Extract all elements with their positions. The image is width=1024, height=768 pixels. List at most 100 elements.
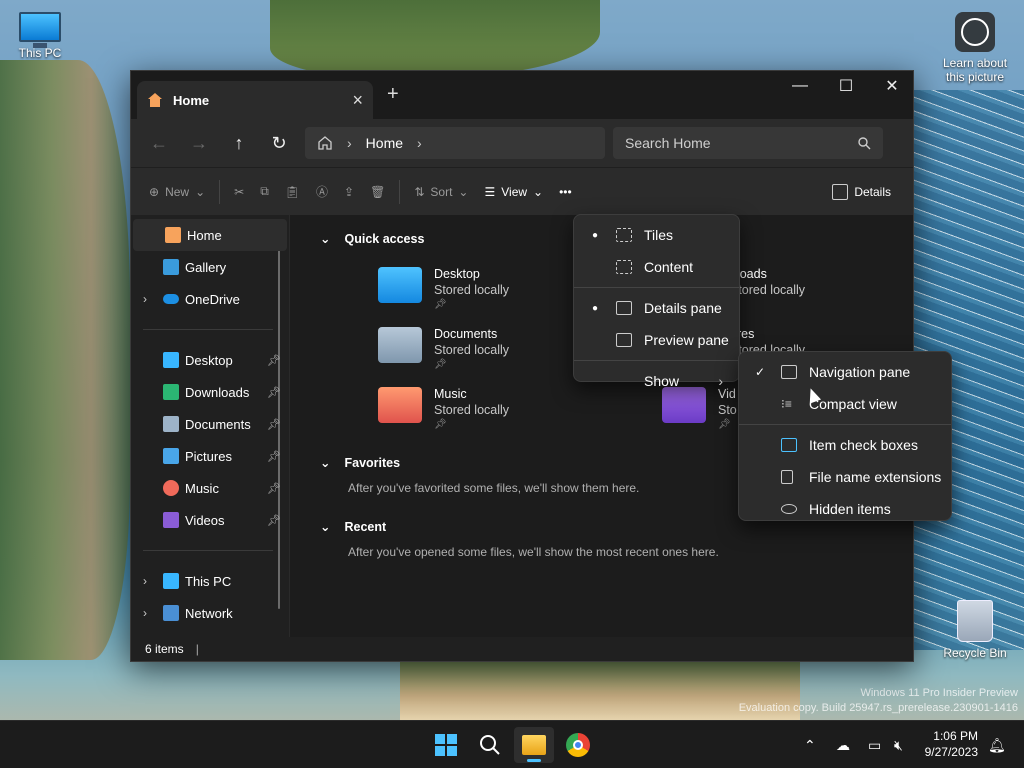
sidebar-item-label: Documents: [185, 416, 251, 432]
clock[interactable]: 1:06 PM 9/27/2023: [925, 728, 978, 760]
desktop-icon-recycle-bin[interactable]: Recycle Bin: [935, 600, 1015, 660]
desktop-icon-this-pc[interactable]: This PC: [0, 12, 80, 60]
checkmark-icon: ✓: [755, 365, 766, 379]
document-icon: [163, 416, 179, 432]
menu-item-show[interactable]: Show ›: [574, 365, 739, 397]
content-icon: [616, 260, 632, 274]
new-tab-button[interactable]: +: [387, 83, 399, 106]
details-button[interactable]: Details: [824, 176, 899, 208]
tile-name: Music: [434, 387, 467, 401]
file-explorer-taskbar-button[interactable]: [514, 727, 554, 763]
up-arrow-icon[interactable]: ↑: [219, 127, 259, 159]
search-input[interactable]: Search Home: [613, 127, 883, 159]
chevron-down-icon: ⌄: [195, 184, 206, 199]
minimize-button[interactable]: —: [777, 71, 823, 101]
recent-empty-hint: After you've opened some files, we'll sh…: [348, 545, 719, 559]
tile-desktop[interactable]: Desktop Stored locally 📌︎: [378, 267, 509, 310]
sidebar-item-onedrive[interactable]: › OneDrive: [131, 283, 289, 315]
maximize-button[interactable]: ☐: [823, 71, 869, 101]
chrome-taskbar-button[interactable]: [558, 727, 598, 763]
sidebar-item-this-pc[interactable]: › This PC: [131, 565, 289, 597]
chevron-right-icon[interactable]: ›: [143, 606, 147, 620]
sidebar-item-label: Gallery: [185, 259, 227, 275]
menu-item-file-name-extensions[interactable]: File name extensions: [739, 461, 951, 493]
menu-item-label: File name extensions: [809, 469, 942, 485]
sidebar-item-desktop[interactable]: Desktop 📌︎: [131, 344, 289, 376]
sidebar-item-documents[interactable]: Documents 📌︎: [131, 408, 289, 440]
section-title: Recent: [344, 519, 387, 534]
volume-muted-icon[interactable]: 🔇︎: [894, 721, 903, 768]
divider: |: [195, 642, 199, 656]
delete-button[interactable]: 🗑︎: [362, 176, 393, 208]
section-favorites[interactable]: ⌄ Favorites: [320, 455, 401, 471]
sidebar-item-downloads[interactable]: Downloads 📌︎: [131, 376, 289, 408]
section-quick-access[interactable]: ⌄ Quick access: [320, 231, 424, 247]
onedrive-tray-icon[interactable]: ☁: [836, 721, 850, 768]
active-indicator: [527, 759, 541, 762]
paste-button[interactable]: 📋︎: [277, 176, 308, 208]
copy-icon: ⧉: [260, 184, 269, 198]
back-arrow-icon[interactable]: ←: [139, 127, 179, 159]
menu-item-navigation-pane[interactable]: ✓ Navigation pane: [739, 356, 951, 388]
menu-item-tiles[interactable]: ● Tiles: [574, 219, 739, 251]
menu-item-preview-pane[interactable]: Preview pane: [574, 324, 739, 356]
sidebar-item-home[interactable]: Home: [133, 219, 287, 251]
menu-item-compact-view[interactable]: ⁝≡ Compact view: [739, 388, 951, 420]
chevron-down-icon: ⌄: [458, 184, 469, 199]
details-pane-icon: [616, 301, 632, 315]
network-tray-icon[interactable]: ▭: [868, 721, 881, 768]
copy-button[interactable]: ⧉: [252, 176, 277, 208]
chevron-down-icon: ⌄: [533, 184, 544, 199]
start-button[interactable]: [426, 727, 466, 763]
sidebar-item-videos[interactable]: Videos 📌︎: [131, 504, 289, 536]
pin-icon: 📌︎: [267, 450, 281, 463]
notification-bell-icon[interactable]: 🔔︎: [988, 721, 1006, 768]
menu-item-details-pane[interactable]: ● Details pane: [574, 292, 739, 324]
chevron-down-icon: ⌄: [320, 520, 331, 534]
tray-chevron-up-icon[interactable]: ⌃: [804, 721, 816, 768]
section-recent[interactable]: ⌄ Recent: [320, 519, 387, 535]
menu-item-content[interactable]: Content: [574, 251, 739, 283]
sidebar-item-pictures[interactable]: Pictures 📌︎: [131, 440, 289, 472]
rename-button[interactable]: Ⓐ: [308, 176, 336, 208]
share-button[interactable]: ⇪: [336, 176, 362, 208]
sort-button[interactable]: ⇅ Sort ⌄: [406, 176, 476, 208]
menu-item-label: Preview pane: [644, 332, 729, 348]
close-button[interactable]: ✕: [869, 71, 915, 101]
desktop-icon-learn[interactable]: Learn about this picture: [935, 12, 1015, 84]
tile-name: ures: [730, 327, 755, 341]
chevron-right-icon: ›: [347, 135, 352, 151]
menu-item-label: Compact view: [809, 396, 897, 412]
wallpaper-cliff-left: [0, 60, 130, 660]
section-title: Favorites: [344, 455, 401, 470]
chevron-right-icon[interactable]: ›: [143, 292, 147, 306]
sidebar-item-gallery[interactable]: Gallery: [131, 251, 289, 283]
chevron-right-icon[interactable]: ›: [417, 135, 422, 151]
tab-home[interactable]: Home ×: [137, 81, 373, 119]
menu-item-label: Show: [644, 373, 680, 389]
chevron-down-icon: ⌄: [320, 456, 331, 470]
sidebar-item-label: OneDrive: [185, 291, 240, 307]
scissors-icon: ✂: [234, 184, 245, 199]
tile-documents[interactable]: Documents Stored locally 📌︎: [378, 327, 509, 370]
new-button[interactable]: ⊕ New ⌄: [141, 176, 213, 208]
search-button[interactable]: [470, 727, 510, 763]
breadcrumb[interactable]: › Home ›: [305, 127, 605, 159]
sidebar-item-music[interactable]: Music 📌︎: [131, 472, 289, 504]
tile-music[interactable]: Music Stored locally 📌︎: [378, 387, 509, 430]
breadcrumb-home[interactable]: Home: [366, 135, 403, 151]
menu-item-hidden-items[interactable]: Hidden items: [739, 493, 951, 525]
more-options-button[interactable]: •••: [551, 176, 580, 208]
tile-downloads[interactable]: nloads Stored locally: [730, 267, 805, 297]
selected-dot-icon: ●: [592, 229, 599, 241]
close-tab-icon[interactable]: ×: [352, 90, 363, 111]
menu-item-item-check-boxes[interactable]: Item check boxes: [739, 429, 951, 461]
view-button[interactable]: ☰ View ⌄: [476, 176, 551, 208]
clock-time: 1:06 PM: [933, 729, 978, 743]
chevron-right-icon[interactable]: ›: [143, 574, 147, 588]
forward-arrow-icon[interactable]: →: [179, 127, 219, 159]
menu-item-label: Details pane: [644, 300, 722, 316]
sidebar-item-network[interactable]: › Network: [131, 597, 289, 629]
refresh-icon[interactable]: ↻: [259, 127, 299, 159]
cut-button[interactable]: ✂: [226, 176, 252, 208]
